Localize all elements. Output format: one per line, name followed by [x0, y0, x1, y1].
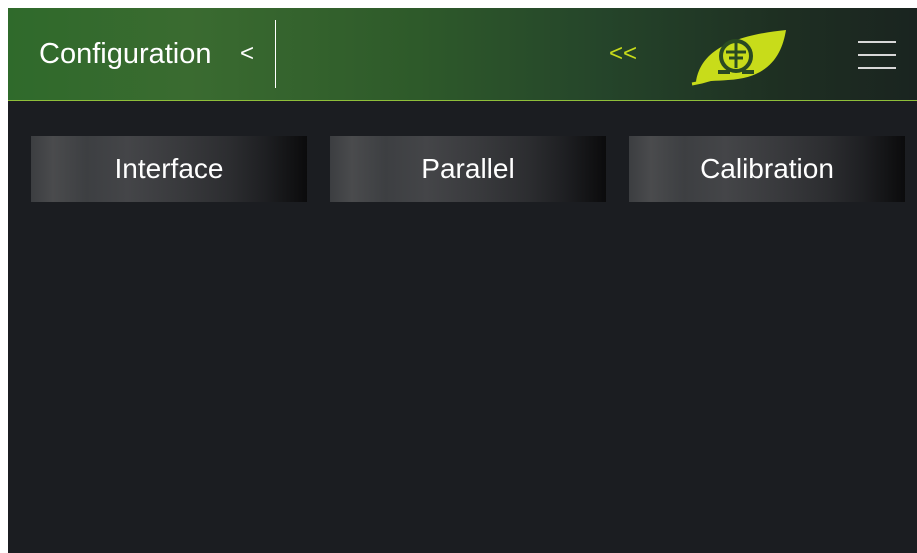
header-bar: Configuration < << [8, 8, 917, 101]
page-title: Configuration [39, 38, 212, 70]
tab-interface[interactable]: Interface [31, 136, 307, 202]
back-chevron-icon[interactable]: < [240, 34, 254, 74]
collapse-double-chevron-icon[interactable]: << [608, 36, 638, 72]
tab-parallel[interactable]: Parallel [330, 136, 606, 202]
hamburger-menu-icon[interactable] [858, 41, 896, 69]
header-divider [275, 20, 276, 88]
menu-line [858, 41, 896, 43]
tab-calibration[interactable]: Calibration [629, 136, 905, 202]
menu-line [858, 67, 896, 69]
leaf-ohm-logo-icon [691, 30, 786, 86]
app-screen: Configuration < << Interface Parallel Ca… [8, 8, 917, 553]
menu-line [858, 54, 896, 56]
